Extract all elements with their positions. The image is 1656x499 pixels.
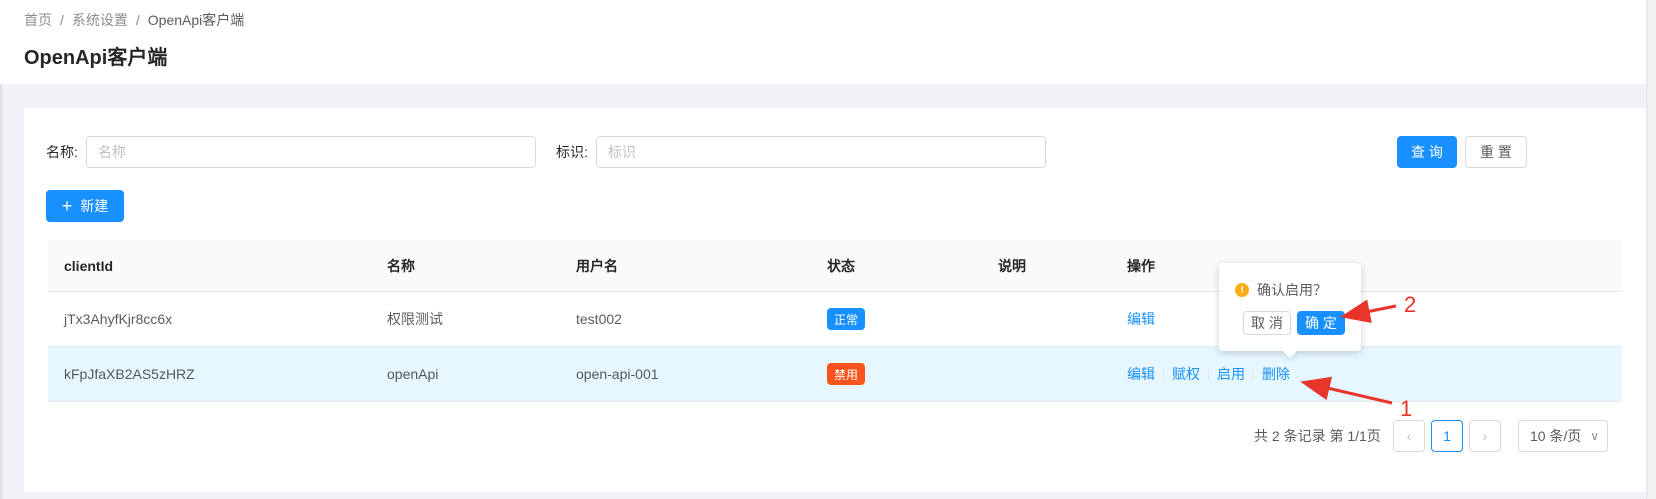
annotation-number-1: 1 [1400,396,1413,421]
annotation-number-2: 2 [1404,292,1417,317]
annotation-arrow-1 [1300,376,1393,405]
annotation-arrows [1300,299,1397,405]
annotation-arrow-2 [1340,299,1397,324]
